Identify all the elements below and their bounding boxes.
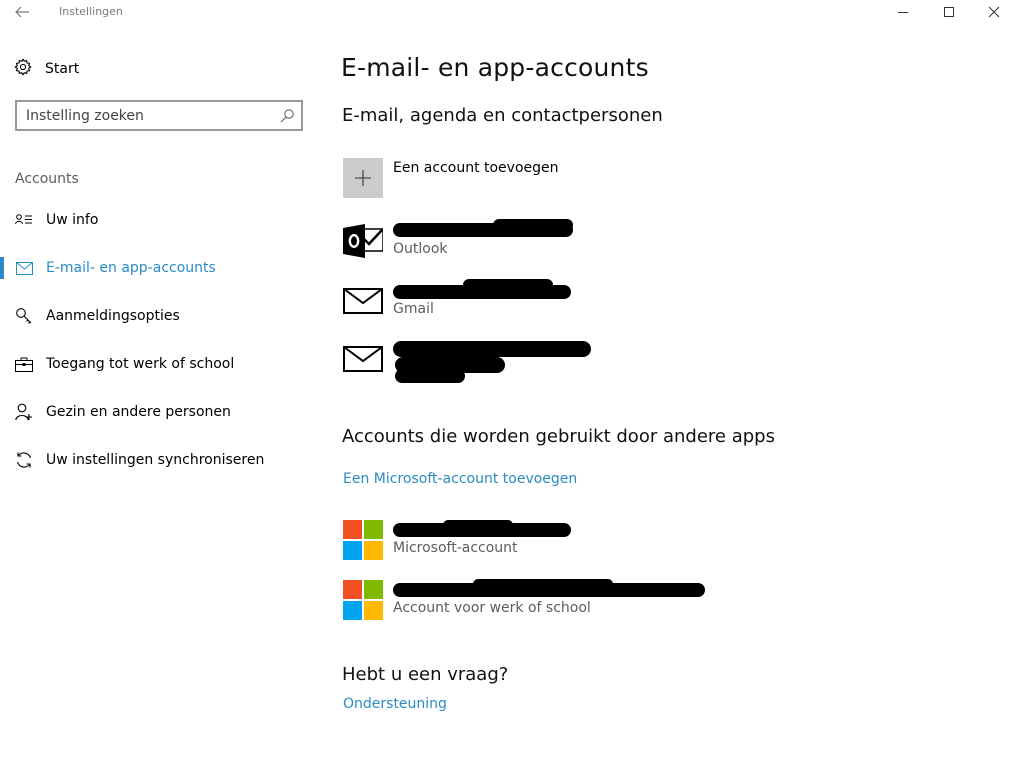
account-type: Gmail <box>393 301 434 317</box>
account-item-work-school[interactable]: Account voor werk of school <box>343 578 943 622</box>
close-button[interactable] <box>971 0 1012 24</box>
search-box[interactable] <box>15 100 303 131</box>
account-item-gmail[interactable]: Gmail <box>343 279 943 323</box>
account-item-mail[interactable] <box>343 337 943 383</box>
add-account-button[interactable]: Een account toevoegen <box>343 158 559 198</box>
nav-list: Uw info E-mail- en app-accounts Aanmeldi… <box>0 196 320 484</box>
sidebar-item-label: Toegang tot werk of school <box>46 356 235 372</box>
search-icon[interactable] <box>279 108 295 124</box>
sidebar-item-sync[interactable]: Uw instellingen synchroniseren <box>0 436 320 484</box>
microsoft-logo-icon <box>343 580 383 620</box>
sidebar-item-family[interactable]: Gezin en andere personen <box>0 388 320 436</box>
section-title-help: Hebt u een vraag? <box>342 664 509 685</box>
outlook-icon <box>343 221 383 261</box>
page-title: E-mail- en app-accounts <box>341 53 649 82</box>
redacted-email <box>493 219 573 231</box>
redacted-email <box>473 579 613 589</box>
sidebar-item-label: Uw instellingen synchroniseren <box>46 452 265 468</box>
section-title-email: E-mail, agenda en contactpersonen <box>342 105 663 126</box>
redacted-email <box>463 279 553 291</box>
home-label: Start <box>45 61 80 77</box>
add-microsoft-account-link[interactable]: Een Microsoft-account toevoegen <box>343 471 577 487</box>
title-bar: Instellingen <box>0 0 1012 24</box>
section-title-apps: Accounts die worden gebruikt door andere… <box>342 426 775 447</box>
sidebar-item-work-school[interactable]: Toegang tot werk of school <box>0 340 320 388</box>
redacted-email <box>403 291 523 299</box>
support-link[interactable]: Ondersteuning <box>343 696 447 712</box>
sidebar-item-sign-in-options[interactable]: Aanmeldingsopties <box>0 292 320 340</box>
sidebar-item-uw-info[interactable]: Uw info <box>0 196 320 244</box>
group-title: Accounts <box>15 171 79 187</box>
briefcase-icon <box>14 354 34 374</box>
account-item-outlook[interactable]: Outlook <box>343 219 943 263</box>
redacted-email <box>395 369 465 383</box>
main-content: E-mail- en app-accounts E-mail, agenda e… <box>341 24 1001 764</box>
account-type: Account voor werk of school <box>393 600 591 616</box>
key-icon <box>14 306 34 326</box>
mail-icon <box>14 258 34 278</box>
sidebar-item-label: E-mail- en app-accounts <box>46 260 216 276</box>
account-item-microsoft[interactable]: Microsoft-account <box>343 518 943 562</box>
back-arrow-icon[interactable] <box>12 3 32 21</box>
mail-envelope-icon <box>343 281 383 321</box>
mail-envelope-icon <box>343 339 383 379</box>
window-title: Instellingen <box>59 5 123 18</box>
gear-icon <box>14 58 32 80</box>
plus-icon <box>343 158 383 198</box>
microsoft-logo-icon <box>343 520 383 560</box>
redacted-email <box>393 341 591 357</box>
add-account-label: Een account toevoegen <box>393 160 559 176</box>
sidebar-item-email-accounts[interactable]: E-mail- en app-accounts <box>0 244 320 292</box>
sidebar-item-label: Uw info <box>46 212 99 228</box>
sidebar-item-label: Gezin en andere personen <box>46 404 231 420</box>
close-icon <box>988 6 1000 18</box>
minimize-icon <box>898 12 908 13</box>
redacted-email <box>443 520 513 530</box>
account-type: Microsoft-account <box>393 540 518 556</box>
sidebar-item-label: Aanmeldingsopties <box>46 308 180 324</box>
maximize-icon <box>944 7 954 17</box>
home-nav-item[interactable]: Start <box>14 57 79 81</box>
person-card-icon <box>14 210 34 230</box>
sync-icon <box>14 450 34 470</box>
maximize-button[interactable] <box>926 0 972 24</box>
minimize-button[interactable] <box>880 0 926 24</box>
search-input[interactable] <box>26 106 276 126</box>
sidebar: Start Accounts Uw info E-mail- en app-ac… <box>0 24 320 764</box>
person-add-icon <box>14 402 34 422</box>
account-type: Outlook <box>393 241 448 257</box>
